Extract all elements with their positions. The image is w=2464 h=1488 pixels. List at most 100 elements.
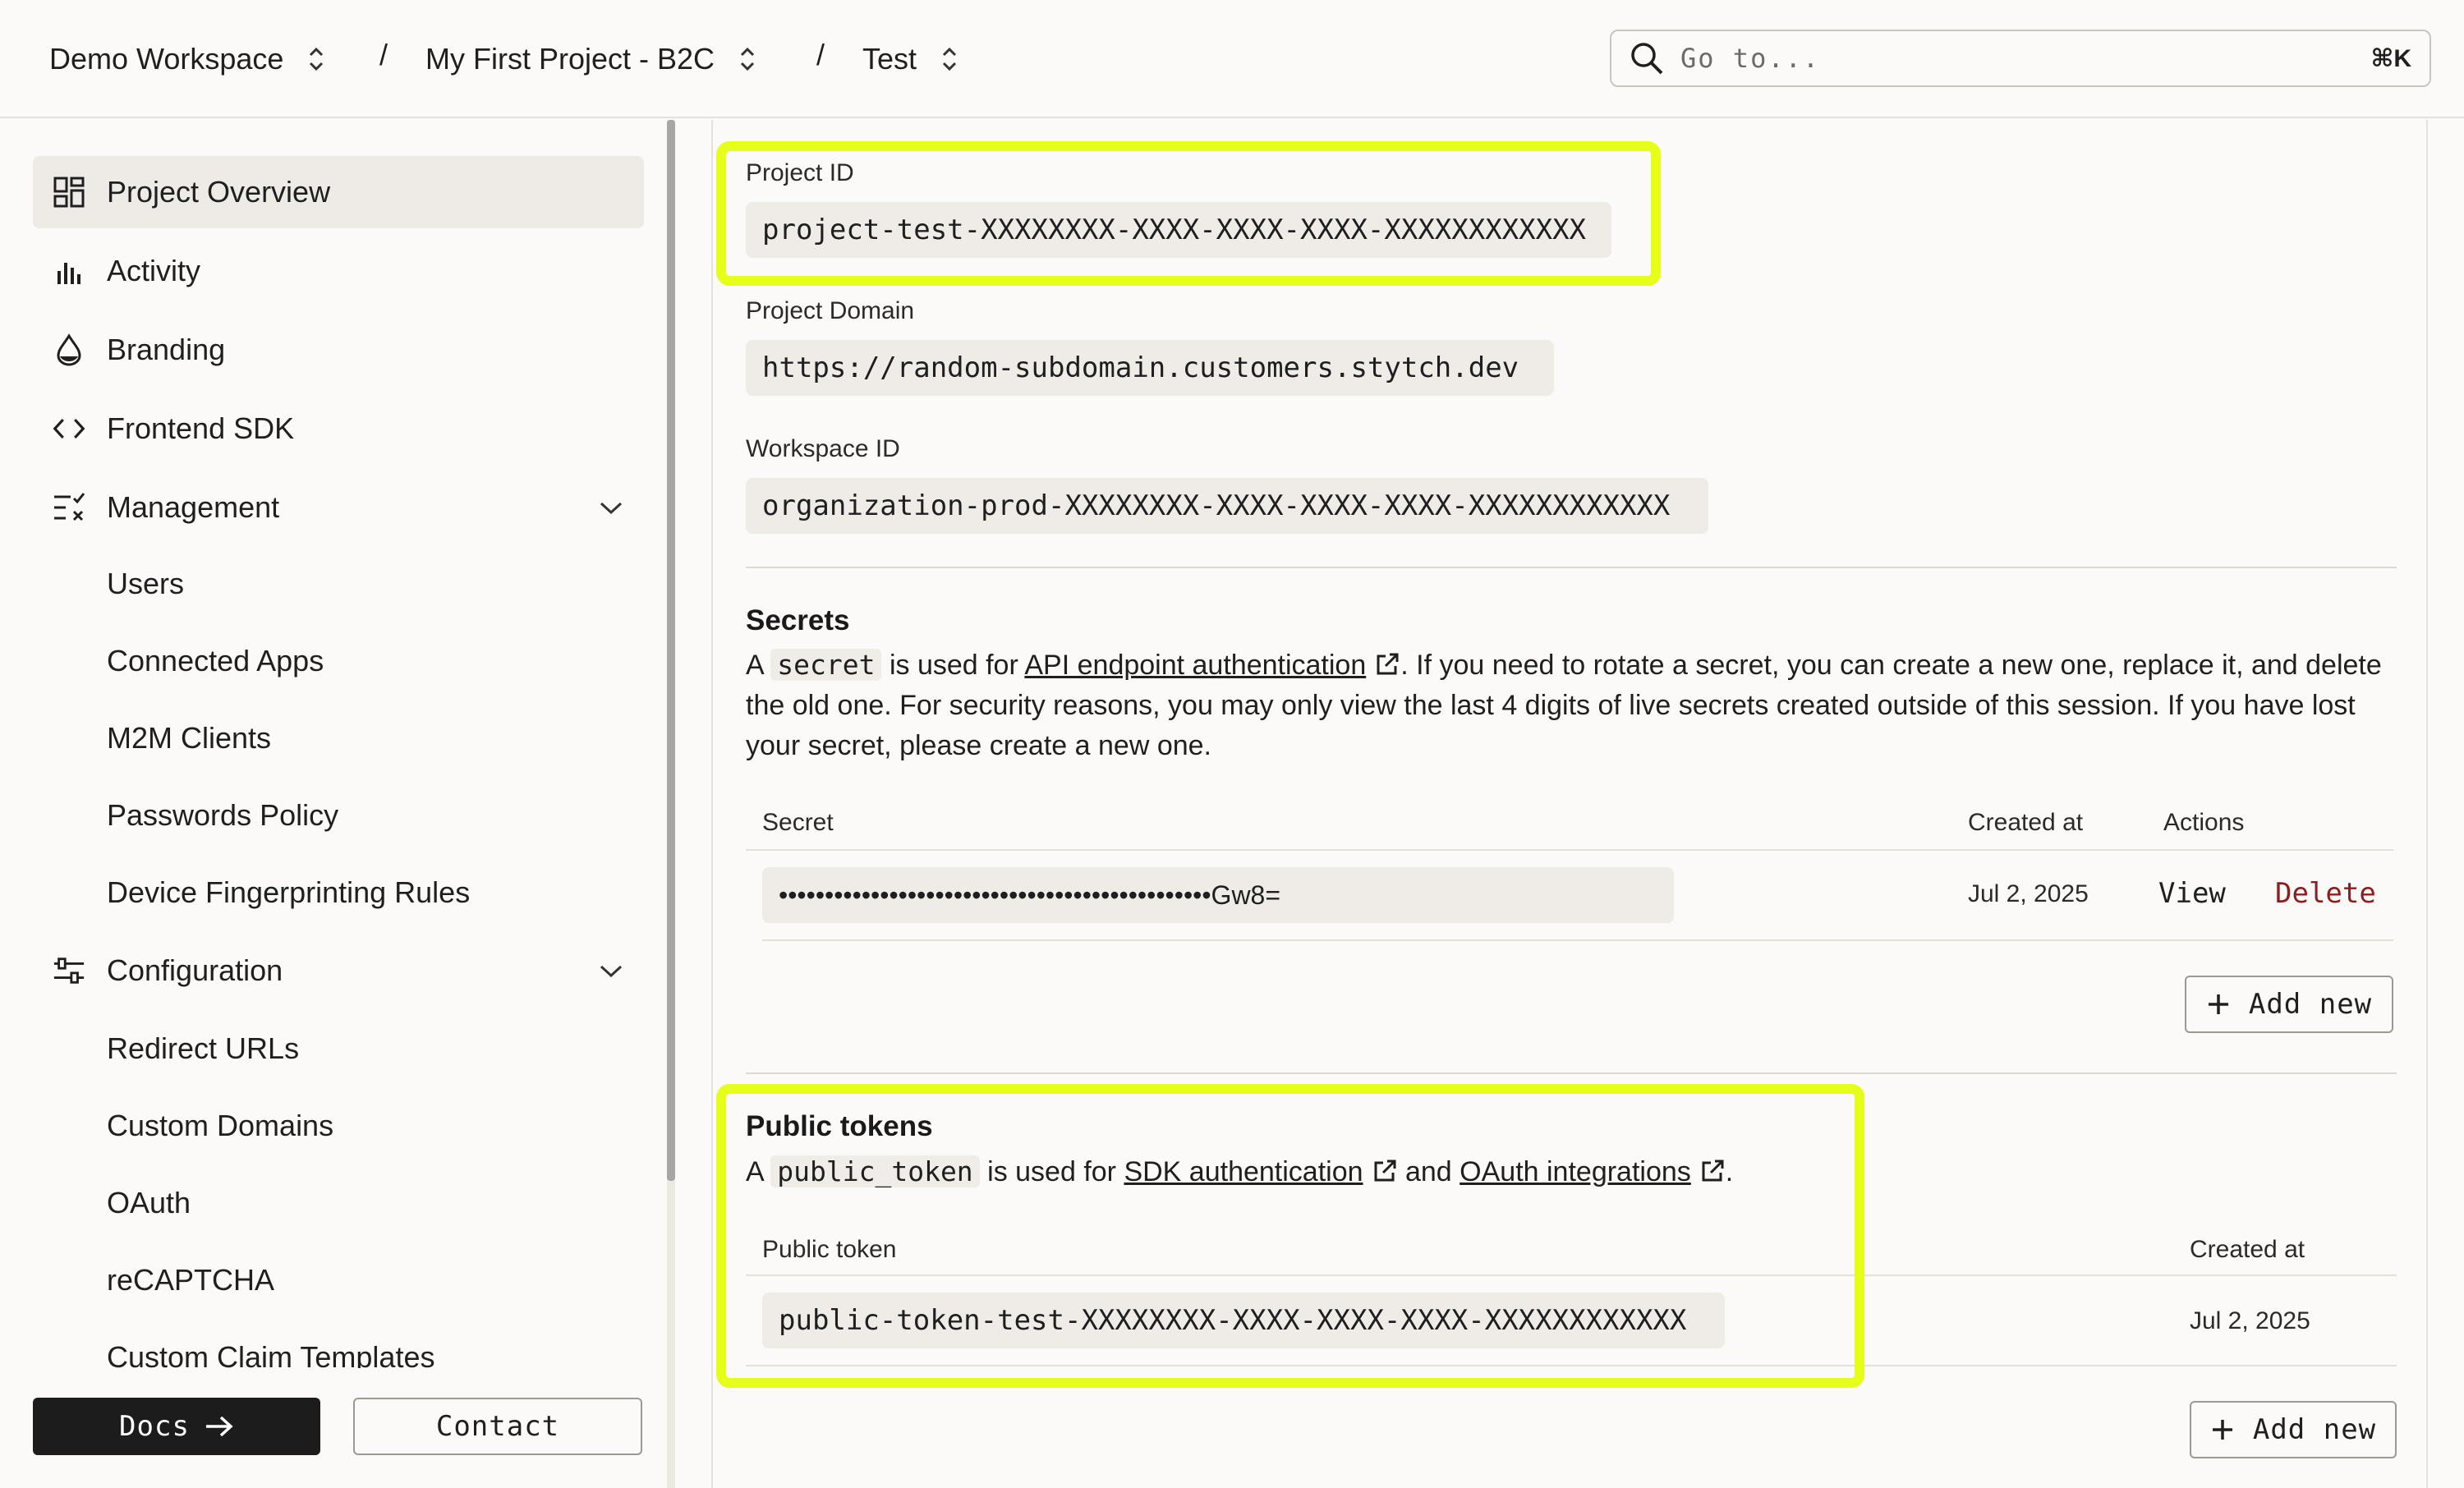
sidebar-item-frontend-sdk[interactable]: Frontend SDK — [33, 393, 644, 465]
updown-chevron-icon — [310, 47, 324, 71]
contact-button[interactable]: Contact — [353, 1398, 642, 1455]
add-new-label: Add new — [2252, 1413, 2377, 1446]
management-icon — [53, 491, 85, 524]
column-header-secret: Secret — [762, 809, 834, 836]
chevron-down-icon[interactable] — [598, 494, 624, 521]
sidebar-item-label: Activity — [107, 254, 201, 287]
secrets-heading: Secrets — [746, 604, 850, 636]
project-name: My First Project - B2C — [425, 42, 715, 76]
arrow-right-icon — [205, 1416, 233, 1437]
plus-icon — [2212, 1420, 2232, 1440]
sidebar-item-label: Project Overview — [107, 175, 331, 209]
text: is used for — [987, 1156, 1116, 1187]
sidebar-subitem-device-fingerprinting[interactable]: Device Fingerprinting Rules — [107, 875, 470, 910]
sidebar: Project Overview Activity Branding Front… — [0, 120, 675, 1488]
grid-icon — [53, 176, 85, 209]
docs-button[interactable]: Docs — [33, 1398, 320, 1455]
sidebar-subitem-oauth[interactable]: OAuth — [107, 1186, 191, 1220]
column-header-created: Created at — [1968, 809, 2084, 836]
public-token-created-at: Jul 2, 2025 — [2190, 1307, 2310, 1334]
workspace-switcher[interactable]: Demo Workspace — [49, 38, 326, 80]
text: A — [746, 1156, 763, 1187]
sidebar-nav[interactable]: Project Overview Activity Branding Front… — [0, 120, 670, 1368]
main-content — [711, 120, 2428, 1488]
public-tokens-heading: Public tokens — [746, 1110, 933, 1142]
sidebar-item-configuration[interactable]: Configuration — [33, 935, 644, 1007]
public-token-value[interactable]: public-token-test-XXXXXXXX-XXXX-XXXX-XXX… — [762, 1293, 1725, 1348]
workspace-name: Demo Workspace — [49, 42, 284, 76]
public-token-code: public_token — [770, 1155, 980, 1187]
text: is used for — [889, 650, 1018, 681]
breadcrumb-separator: / — [816, 38, 825, 71]
project-domain-label: Project Domain — [746, 297, 915, 324]
api-auth-link[interactable]: API endpoint authentication — [1024, 650, 1366, 681]
chevron-down-icon[interactable] — [598, 958, 624, 984]
add-public-token-button[interactable]: Add new — [2190, 1401, 2397, 1458]
column-header-actions: Actions — [2163, 809, 2245, 836]
secret-code: secret — [770, 649, 882, 681]
plus-icon — [2208, 994, 2228, 1014]
environment-name: Test — [862, 42, 917, 76]
sidebar-item-activity[interactable]: Activity — [33, 235, 644, 307]
bar-chart-icon — [53, 255, 85, 287]
delete-secret-button[interactable]: Delete — [2275, 877, 2376, 910]
sidebar-subitem-recaptcha[interactable]: reCAPTCHA — [107, 1263, 274, 1297]
public-tokens-description: A public_token is used for SDK authentic… — [746, 1151, 2397, 1192]
environment-switcher[interactable]: Test — [862, 38, 959, 80]
workspace-id-label: Workspace ID — [746, 435, 900, 462]
sidebar-subitem-redirect-urls[interactable]: Redirect URLs — [107, 1031, 299, 1066]
sidebar-item-branding[interactable]: Branding — [33, 314, 644, 386]
table-header-divider — [746, 1274, 2397, 1276]
go-to-search[interactable]: Go to... ⌘K — [1610, 30, 2431, 87]
sliders-icon — [53, 954, 85, 987]
column-header-created: Created at — [2190, 1236, 2305, 1263]
add-secret-button[interactable]: Add new — [2185, 976, 2393, 1033]
shortcut-hint: ⌘K — [2370, 44, 2412, 72]
sdk-auth-link[interactable]: SDK authentication — [1124, 1156, 1363, 1187]
table-header-divider — [746, 849, 2393, 851]
table-row-divider — [746, 1365, 2397, 1366]
code-icon — [53, 412, 85, 445]
project-domain-value[interactable]: https://random-subdomain.customers.stytc… — [746, 340, 1554, 396]
sidebar-subitem-m2m-clients[interactable]: M2M Clients — [107, 721, 271, 755]
updown-chevron-icon — [740, 47, 755, 71]
external-link-icon[interactable] — [1374, 651, 1400, 677]
sidebar-subitem-custom-claim-templates[interactable]: Custom Claim Templates — [107, 1340, 434, 1368]
divider — [746, 1072, 2397, 1074]
table-row-divider — [762, 939, 2393, 941]
sidebar-item-label: Management — [107, 490, 280, 524]
updown-chevron-icon — [942, 47, 957, 71]
top-bar: Demo Workspace / My First Project - B2C … — [0, 0, 2464, 118]
project-id-value[interactable]: project-test-XXXXXXXX-XXXX-XXXX-XXXX-XXX… — [746, 202, 1611, 258]
breadcrumb-separator: / — [379, 38, 388, 71]
column-header-public-token: Public token — [762, 1236, 897, 1263]
oauth-integrations-link[interactable]: OAuth integrations — [1460, 1156, 1691, 1187]
sidebar-subitem-custom-domains[interactable]: Custom Domains — [107, 1109, 333, 1143]
sidebar-subitem-passwords-policy[interactable]: Passwords Policy — [107, 798, 338, 833]
view-secret-button[interactable]: View — [2158, 877, 2226, 910]
search-icon — [1631, 43, 1663, 75]
sidebar-subitem-connected-apps[interactable]: Connected Apps — [107, 644, 324, 678]
drop-icon — [53, 333, 85, 366]
project-id-label: Project ID — [746, 159, 854, 186]
external-link-icon[interactable] — [1372, 1158, 1398, 1184]
sidebar-item-label: Frontend SDK — [107, 411, 295, 445]
add-new-label: Add new — [2248, 988, 2373, 1021]
divider — [746, 567, 2397, 568]
sidebar-scrollbar-thumb[interactable] — [667, 120, 675, 1181]
secret-value[interactable]: ••••••••••••••••••••••••••••••••••••••••… — [762, 867, 1674, 923]
sidebar-subitem-users[interactable]: Users — [107, 567, 184, 601]
sidebar-item-label: Branding — [107, 333, 226, 366]
docs-label: Docs — [119, 1410, 190, 1443]
sidebar-item-project-overview[interactable]: Project Overview — [33, 156, 644, 228]
sidebar-item-management[interactable]: Management — [33, 471, 644, 544]
external-link-icon[interactable] — [1699, 1158, 1726, 1184]
text: . — [1725, 1156, 1734, 1187]
workspace-id-value[interactable]: organization-prod-XXXXXXXX-XXXX-XXXX-XXX… — [746, 478, 1708, 534]
text: and — [1404, 1156, 1452, 1187]
secrets-description: A secret is used for API endpoint authen… — [746, 645, 2397, 766]
text: A — [746, 650, 763, 681]
project-switcher[interactable]: My First Project - B2C — [425, 38, 757, 80]
secret-created-at: Jul 2, 2025 — [1968, 880, 2089, 907]
search-placeholder: Go to... — [1680, 43, 1821, 74]
